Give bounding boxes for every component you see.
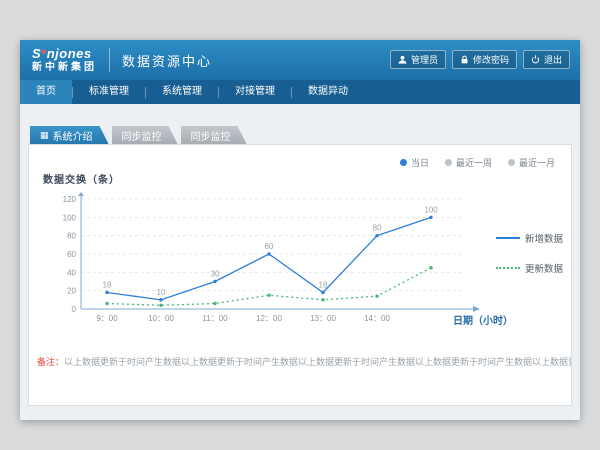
time-filter-legend: 当日 最近一周 最近一月 (400, 156, 555, 169)
line-chart: 0 20 40 60 80 100 120 9：00 10：00 11：00 12：00 13：00 1… (55, 191, 485, 337)
y-axis-title: 数据交换（条） (43, 171, 120, 186)
legend-filter-last-month[interactable]: 最近一月 (508, 156, 555, 169)
tab-system-intro[interactable]: ▦ 系统介绍 (30, 126, 109, 144)
app-header: S*njones 新中新集团 数据资源中心 管理员 修改密码 退出 (20, 40, 580, 80)
admin-user-button[interactable]: 管理员 (390, 50, 446, 69)
power-icon (531, 55, 540, 64)
svg-text:9：00: 9：00 (96, 314, 118, 323)
legend-filter-last-month-label: 最近一月 (519, 156, 555, 169)
svg-text:18: 18 (103, 281, 112, 290)
nav-item-data-change[interactable]: 数据异动 (292, 80, 364, 104)
change-password-label: 修改密码 (473, 53, 509, 66)
chart-panel: 当日 最近一周 最近一月 数据交换（条） 0 20 40 60 80 100 120 9：00… (28, 144, 572, 406)
legend-series-updated-data-label: 更新数据 (525, 261, 563, 275)
svg-text:12：00: 12：00 (256, 314, 282, 323)
svg-text:100: 100 (424, 205, 438, 214)
svg-text:10：00: 10：00 (148, 314, 174, 323)
brand-company-name: 新中新集团 (32, 62, 97, 73)
remark-text: 以上数据更新于时间产生数据以上数据更新于时间产生数据以上数据更新于时间产生数据以… (64, 357, 571, 367)
tab-sync-monitor-1[interactable]: 同步监控 (112, 126, 178, 144)
svg-text:14：00: 14：00 (364, 314, 390, 323)
dotted-line-icon (496, 267, 520, 269)
dot-icon (445, 159, 452, 166)
svg-text:20: 20 (67, 287, 76, 296)
svg-text:18: 18 (319, 281, 328, 290)
x-axis-title: 日期（小时） (453, 312, 513, 327)
svg-text:30: 30 (211, 270, 220, 279)
grid-icon: ▦ (40, 131, 49, 140)
svg-text:60: 60 (265, 242, 274, 251)
legend-series-new-data[interactable]: 新增数据 (496, 231, 563, 245)
svg-text:40: 40 (67, 268, 76, 277)
nav-item-standard-mgmt[interactable]: 标准管理 (73, 80, 145, 104)
tab-sync-monitor-1-label: 同步监控 (122, 128, 162, 143)
legend-filter-last-week[interactable]: 最近一周 (445, 156, 492, 169)
nav-item-integration-mgmt[interactable]: 对接管理 (219, 80, 291, 104)
tab-system-intro-label: 系统介绍 (53, 128, 93, 143)
brand-logo-text: S*njones (32, 47, 97, 61)
page-title: 数据资源中心 (122, 51, 212, 70)
remark-note: 备注：以上数据更新于时间产生数据以上数据更新于时间产生数据以上数据更新于时间产生… (29, 355, 571, 368)
svg-text:80: 80 (67, 232, 76, 241)
legend-filter-today-label: 当日 (411, 156, 429, 169)
user-icon (398, 55, 407, 64)
nav-item-home[interactable]: 首页 (20, 80, 72, 104)
brand-logo: S*njones 新中新集团 (32, 47, 97, 72)
tab-sync-monitor-2[interactable]: 同步监控 (181, 126, 247, 144)
admin-user-label: 管理员 (411, 53, 438, 66)
svg-text:13：00: 13：00 (310, 314, 336, 323)
logo-text-pre: S (32, 46, 41, 61)
nav-item-system-mgmt[interactable]: 系统管理 (146, 80, 218, 104)
svg-text:80: 80 (373, 224, 382, 233)
app-window: S*njones 新中新集团 数据资源中心 管理员 修改密码 退出 首页 标准管… (20, 40, 580, 420)
solid-line-icon (496, 237, 520, 239)
svg-text:10: 10 (157, 288, 166, 297)
header-divider (109, 48, 110, 72)
svg-text:100: 100 (63, 213, 77, 222)
series-legend: 新增数据 更新数据 (496, 231, 563, 291)
logout-button[interactable]: 退出 (523, 50, 570, 69)
change-password-button[interactable]: 修改密码 (452, 50, 517, 69)
tab-sync-monitor-2-label: 同步监控 (191, 128, 231, 143)
dot-icon (508, 159, 515, 166)
legend-series-updated-data[interactable]: 更新数据 (496, 261, 563, 275)
legend-filter-today[interactable]: 当日 (400, 156, 429, 169)
svg-text:11：00: 11：00 (202, 314, 228, 323)
logo-text-post: njones (47, 46, 92, 61)
svg-text:60: 60 (67, 250, 76, 259)
dot-icon (400, 159, 407, 166)
svg-text:0: 0 (72, 305, 77, 314)
main-nav: 首页 标准管理 系统管理 对接管理 数据异动 (20, 80, 580, 104)
header-actions: 管理员 修改密码 退出 (390, 50, 570, 69)
svg-text:120: 120 (63, 195, 77, 204)
legend-filter-last-week-label: 最近一周 (456, 156, 492, 169)
logout-label: 退出 (544, 53, 562, 66)
lock-icon (460, 55, 469, 64)
remark-label: 备注： (37, 357, 64, 367)
legend-series-new-data-label: 新增数据 (525, 231, 563, 245)
tab-bar: ▦ 系统介绍 同步监控 同步监控 (30, 126, 247, 144)
content-area: ▦ 系统介绍 同步监控 同步监控 当日 最近一周 (20, 104, 580, 420)
